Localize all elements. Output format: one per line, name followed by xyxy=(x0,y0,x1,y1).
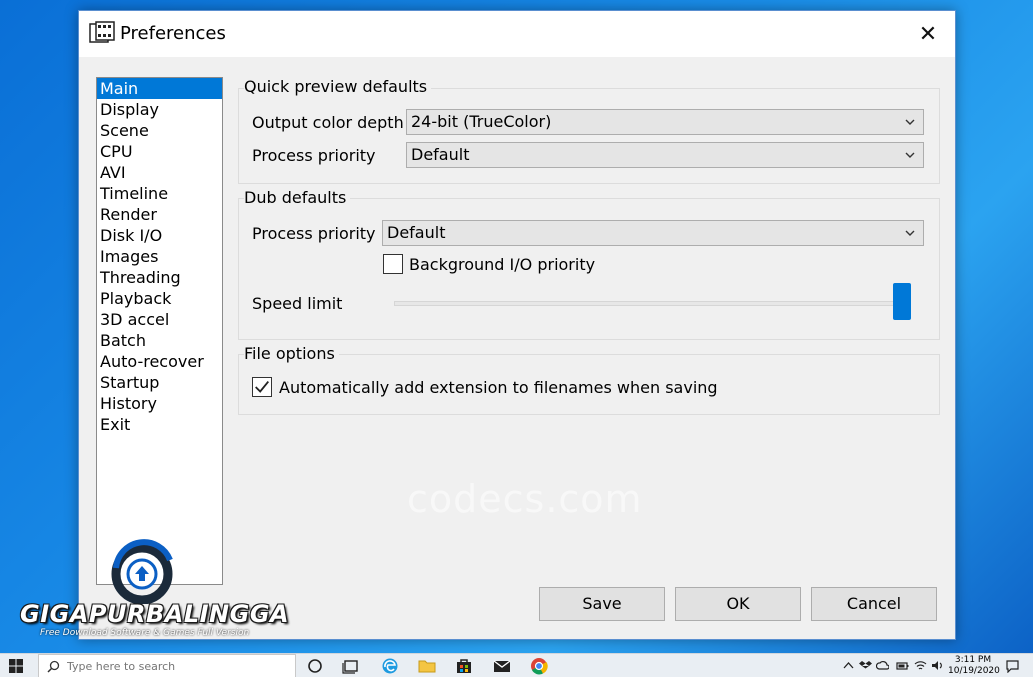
qp-process-priority-label: Process priority xyxy=(252,146,376,165)
search-input[interactable] xyxy=(67,657,287,675)
nav-item[interactable]: Display xyxy=(97,99,222,120)
nav-item[interactable]: Main xyxy=(97,78,222,99)
clock-date: 10/19/2020 xyxy=(948,666,1000,676)
chevron-up-icon[interactable] xyxy=(842,659,855,672)
close-icon: ✕ xyxy=(918,21,938,47)
volume-icon[interactable] xyxy=(931,659,944,672)
output-color-depth-label: Output color depth xyxy=(252,113,404,132)
mail-icon[interactable] xyxy=(493,657,511,675)
nav-item[interactable]: Images xyxy=(97,246,222,267)
ok-button[interactable]: OK xyxy=(675,587,801,621)
auto-extension-label: Automatically add extension to filenames… xyxy=(279,378,718,397)
quick-preview-group xyxy=(238,88,940,184)
taskbar-search[interactable] xyxy=(38,654,296,677)
window-title: Preferences xyxy=(120,23,226,44)
dropbox-icon[interactable] xyxy=(859,659,872,672)
nav-item[interactable]: Auto-recover xyxy=(97,351,222,372)
nav-item[interactable]: Scene xyxy=(97,120,222,141)
watermark-text: codecs.com xyxy=(407,477,643,521)
brand-name: GIGAPURBALINGGA xyxy=(20,600,290,628)
dub-process-priority-label: Process priority xyxy=(252,224,376,243)
category-list[interactable]: Main Display Scene CPU AVI Timeline Render Disk… xyxy=(96,77,223,585)
quick-preview-title: Quick preview defaults xyxy=(244,77,432,96)
file-explorer-icon[interactable] xyxy=(418,657,436,675)
chevron-down-icon xyxy=(905,230,915,236)
nav-item[interactable]: History xyxy=(97,393,222,414)
taskbar-clock[interactable]: 3:11 PM 10/19/2020 xyxy=(948,655,1000,677)
nav-item[interactable]: 3D accel xyxy=(97,309,222,330)
background-io-label: Background I/O priority xyxy=(409,255,596,274)
windows-start-icon[interactable] xyxy=(8,658,24,674)
preferences-dialog: Preferences ✕ Main Display Scene CPU AVI Time… xyxy=(78,10,956,640)
edge-icon[interactable] xyxy=(381,657,399,675)
brand-logo xyxy=(111,539,173,604)
battery-icon[interactable] xyxy=(896,659,909,672)
chrome-icon[interactable] xyxy=(530,657,548,675)
notification-icon[interactable] xyxy=(1006,660,1019,673)
output-color-depth-value: 24-bit (TrueColor) xyxy=(411,112,552,131)
cortana-icon[interactable] xyxy=(306,657,324,675)
nav-item[interactable]: Batch xyxy=(97,330,222,351)
speed-limit-slider-track[interactable] xyxy=(394,301,911,306)
cancel-button[interactable]: Cancel xyxy=(811,587,937,621)
speed-limit-label: Speed limit xyxy=(252,294,343,313)
close-button[interactable]: ✕ xyxy=(901,11,955,57)
nav-item[interactable]: Timeline xyxy=(97,183,222,204)
checkmark-icon xyxy=(255,381,269,393)
nav-item[interactable]: AVI xyxy=(97,162,222,183)
dub-defaults-title: Dub defaults xyxy=(244,188,351,207)
task-view-icon[interactable] xyxy=(342,657,360,675)
chevron-down-icon xyxy=(905,119,915,125)
store-icon[interactable] xyxy=(455,657,473,675)
nav-item[interactable]: Playback xyxy=(97,288,222,309)
nav-item[interactable]: Startup xyxy=(97,372,222,393)
dub-process-priority-value: Default xyxy=(387,223,446,242)
dub-process-priority-select[interactable]: Default xyxy=(382,220,924,246)
app-icon xyxy=(89,21,115,43)
nav-item[interactable]: Exit xyxy=(97,414,222,435)
nav-item[interactable]: Disk I/O xyxy=(97,225,222,246)
nav-item[interactable]: CPU xyxy=(97,141,222,162)
speed-limit-slider-thumb[interactable] xyxy=(893,283,911,320)
qp-process-priority-select[interactable]: Default xyxy=(406,142,924,168)
output-color-depth-select[interactable]: 24-bit (TrueColor) xyxy=(406,109,924,135)
save-button[interactable]: Save xyxy=(539,587,665,621)
nav-item[interactable]: Render xyxy=(97,204,222,225)
auto-extension-checkbox[interactable] xyxy=(252,377,272,397)
qp-process-priority-value: Default xyxy=(411,145,470,164)
chevron-down-icon xyxy=(905,152,915,158)
clock-time: 3:11 PM xyxy=(954,655,992,665)
taskbar: 3:11 PM 10/19/2020 xyxy=(0,653,1033,677)
background-io-checkbox[interactable] xyxy=(383,254,403,274)
wifi-icon[interactable] xyxy=(914,659,927,672)
search-icon xyxy=(47,660,60,673)
title-bar[interactable]: Preferences ✕ xyxy=(79,11,955,57)
nav-item[interactable]: Threading xyxy=(97,267,222,288)
file-options-title: File options xyxy=(244,344,339,363)
cloud-icon[interactable] xyxy=(876,659,889,672)
brand-tagline: Free Download Software & Games Full Vers… xyxy=(40,628,250,638)
